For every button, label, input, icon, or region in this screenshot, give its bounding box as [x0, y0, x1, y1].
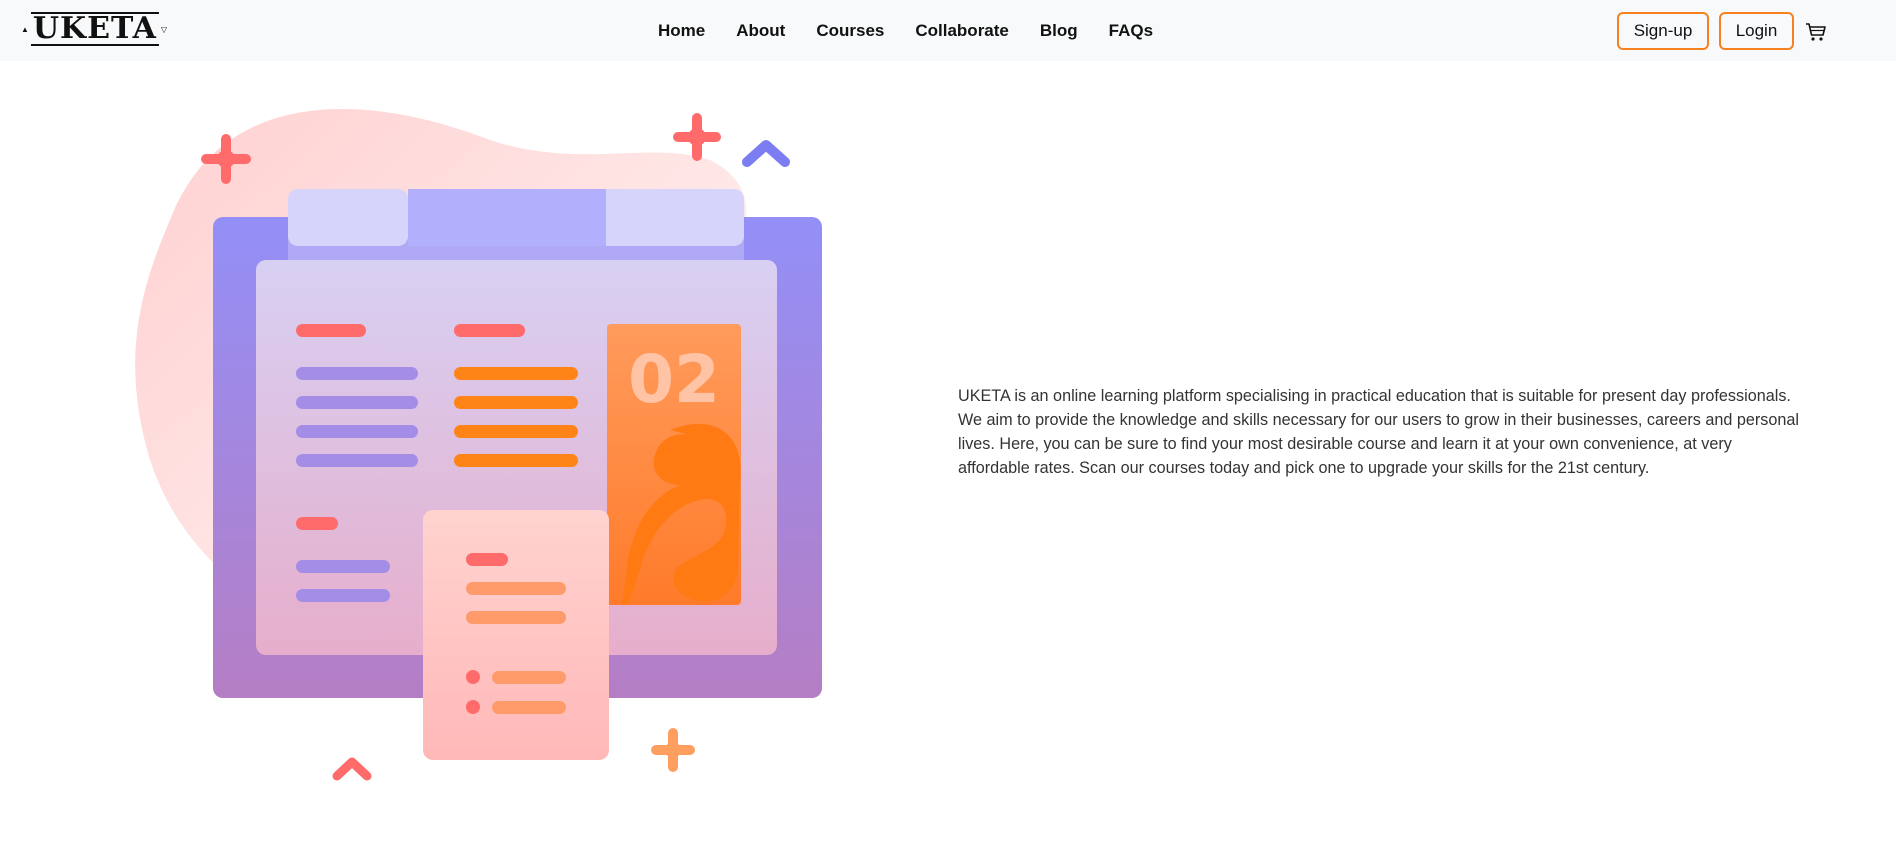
brand-logo[interactable]: ▲ UKETA ▽ [21, 10, 167, 48]
illustration-shape [454, 425, 578, 438]
nav-item-about: About [736, 21, 785, 41]
hero-illustration: 02 [135, 109, 822, 781]
illustration-shape [673, 132, 721, 142]
window-tab-left [288, 189, 408, 246]
illustration-shape [651, 745, 695, 755]
signup-button[interactable]: Sign-up [1617, 12, 1709, 50]
illustration-shape [296, 396, 418, 409]
about-paragraph: UKETA is an online learning platform spe… [958, 387, 1799, 477]
login-button[interactable]: Login [1719, 12, 1794, 50]
illustration-shape [466, 582, 566, 595]
illustration-shape [466, 553, 508, 566]
main-nav: Home About Courses Collaborate Blog FAQs [658, 0, 1153, 61]
illustration-shape [466, 700, 480, 714]
illustration-shape [296, 425, 418, 438]
chevron-up-icon [742, 140, 790, 167]
illustration-shape [454, 454, 578, 467]
illustration-shape [296, 589, 390, 602]
sparkle-icon [651, 728, 695, 772]
illustration-shape [466, 670, 480, 684]
chevron-up-icon [332, 757, 372, 781]
illustration-shape [201, 154, 251, 164]
nav-link-about[interactable]: About [736, 21, 785, 40]
nav-link-home[interactable]: Home [658, 21, 705, 40]
illustration-shape [466, 611, 566, 624]
navbar: ▲ UKETA ▽ Home About Courses Collaborate… [0, 0, 1896, 61]
nav-link-faqs[interactable]: FAQs [1109, 21, 1153, 40]
window-tab-right [624, 189, 744, 246]
illustration-shape [296, 560, 390, 573]
nav-item-home: Home [658, 21, 705, 41]
nav-item-courses: Courses [816, 21, 884, 41]
window-tab-center [408, 189, 624, 246]
logo-triangle-left-icon: ▲ [20, 24, 29, 34]
illustration-shape [454, 324, 525, 337]
illustration-shape [296, 517, 338, 530]
floating-card [423, 510, 609, 760]
cart-icon[interactable] [1805, 21, 1827, 43]
logo-text: UKETA [30, 11, 159, 46]
illustration-shape [296, 454, 418, 467]
illustration-shape [454, 396, 578, 409]
nav-item-faqs: FAQs [1109, 21, 1153, 41]
illustration-shape [296, 324, 366, 337]
illustration-shape [296, 367, 418, 380]
logo-triangle-right-icon: ▽ [160, 24, 168, 34]
badge-number: 02 [628, 341, 720, 418]
illustration-shape [492, 701, 566, 714]
nav-item-collaborate: Collaborate [915, 21, 1009, 41]
nav-link-blog[interactable]: Blog [1040, 21, 1078, 40]
illustration-shape [492, 671, 566, 684]
nav-link-courses[interactable]: Courses [816, 21, 884, 40]
illustration-shape [606, 189, 636, 246]
illustration-shape [454, 367, 578, 380]
nav-link-collaborate[interactable]: Collaborate [915, 21, 1009, 40]
nav-item-blog: Blog [1040, 21, 1078, 41]
